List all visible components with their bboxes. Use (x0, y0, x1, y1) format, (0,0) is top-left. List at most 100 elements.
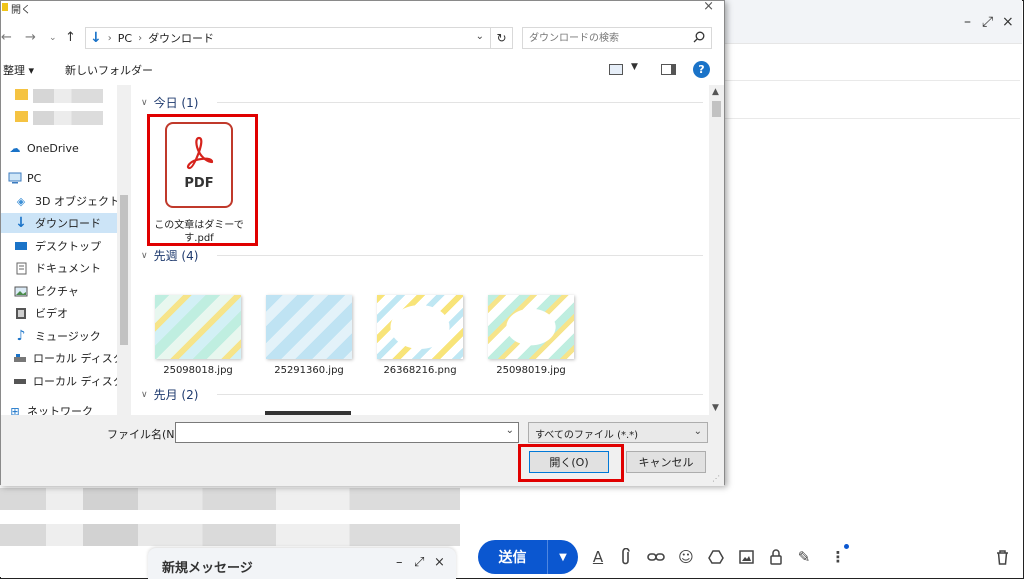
file-name: 25098018.jpg (163, 365, 233, 376)
nav-item-music[interactable]: ♪ ミュージック (1, 326, 127, 346)
chevron-down-icon[interactable]: ⌄ (506, 425, 514, 436)
nav-item-onedrive[interactable]: ☁ OneDrive (1, 138, 127, 158)
refresh-button[interactable]: ↻ (491, 27, 513, 49)
send-button[interactable]: 送信 ▼ (478, 540, 578, 574)
divider (724, 80, 1020, 81)
nav-item-network[interactable]: ⊞ ネットワーク (1, 401, 127, 416)
nav-item-local-disk-2[interactable]: ローカル ディスク (C (1, 371, 131, 391)
file-view-scrollbar[interactable]: ▲ ▼ (709, 85, 724, 415)
nav-item-downloads[interactable]: ↓ ダウンロード (1, 213, 127, 233)
search-box[interactable] (522, 27, 712, 49)
nav-item-documents[interactable]: ドキュメント (1, 258, 127, 278)
more-options-icon[interactable]: ⋮ (828, 547, 848, 567)
text-format-icon[interactable]: A (588, 547, 608, 567)
close-icon[interactable]: × (434, 555, 445, 570)
back-arrow-icon[interactable]: ← (1, 30, 12, 45)
file-item[interactable]: 26368216.png (372, 295, 468, 376)
breadcrumb-pc[interactable]: PC (118, 32, 132, 45)
compose-toolbar: 送信 ▼ A ☺ ✎ ⋮ (462, 530, 1022, 578)
view-dropdown-icon[interactable]: ▼ (631, 62, 638, 72)
expand-icon[interactable]: ⤢ (414, 555, 424, 570)
up-arrow-icon[interactable]: ↑ (65, 30, 76, 45)
preview-pane-icon[interactable] (661, 64, 676, 75)
emoji-icon[interactable]: ☺ (676, 547, 696, 567)
nav-item-pc[interactable]: PC (1, 168, 127, 188)
nav-item-3d-objects[interactable]: ◈ 3D オブジェクト (1, 191, 127, 211)
file-item[interactable]: 25098018.jpg (150, 295, 246, 376)
attach-icon[interactable] (616, 547, 636, 567)
file-item[interactable]: 25291360.jpg (261, 295, 357, 376)
filetype-value: すべてのファイル (*.*) (535, 430, 639, 441)
picture-icon (13, 284, 29, 298)
dialog-close-button[interactable]: × (703, 0, 714, 14)
close-icon[interactable]: × (1002, 14, 1014, 30)
minimize-icon[interactable]: – (396, 555, 403, 570)
drive-icon (13, 374, 27, 388)
resize-grip-icon[interactable]: ⋰ (712, 474, 720, 483)
new-folder-button[interactable]: 新しいフォルダー (65, 62, 153, 78)
new-message-minimized[interactable]: 新規メッセージ – ⤢ × (148, 548, 456, 579)
image-thumbnail (377, 295, 463, 359)
group-header-last-month[interactable]: ∨ 先月 (2) (141, 386, 198, 403)
filetype-select[interactable]: すべてのファイル (*.*) ⌄ (528, 422, 708, 443)
drive-icon (13, 351, 27, 365)
search-icon[interactable] (693, 31, 705, 46)
pc-icon (7, 171, 23, 185)
recent-chevron-icon[interactable]: ⌄ (49, 33, 57, 43)
organize-button[interactable]: 整理 ▾ (3, 62, 34, 78)
file-item[interactable]: 25098019.jpg (483, 295, 579, 376)
cancel-button[interactable]: キャンセル (626, 451, 706, 473)
nav-item-desktop[interactable]: デスクトップ (1, 236, 127, 256)
divider (217, 255, 703, 256)
dialog-titlebar: 開く × (1, 0, 724, 17)
nav-item-label: 3D オブジェクト (35, 195, 120, 208)
chevron-down-icon[interactable]: ⌄ (476, 31, 484, 42)
confidential-lock-icon[interactable] (766, 547, 786, 567)
view-mode-icon[interactable] (609, 64, 623, 75)
search-input[interactable] (529, 28, 689, 48)
nav-item-local-disk-1[interactable]: ローカル ディスク (C (1, 348, 131, 368)
blurred-row (0, 488, 460, 510)
nav-item-label: ダウンロード (35, 217, 101, 230)
highlight-box-pdf (147, 114, 258, 246)
trash-icon[interactable] (992, 547, 1012, 567)
cloud-icon: ☁ (9, 141, 21, 155)
minimize-icon[interactable]: – (964, 14, 971, 30)
nav-item-label: OneDrive (27, 141, 79, 155)
scroll-up-icon[interactable]: ▲ (712, 87, 719, 97)
drive-icon[interactable] (706, 547, 726, 567)
filename-combobox[interactable]: ⌄ (175, 422, 519, 443)
help-icon[interactable]: ? (693, 61, 710, 78)
expand-icon[interactable]: ⤢ (982, 14, 993, 30)
signature-pen-icon[interactable]: ✎ (794, 547, 814, 567)
group-label: 先月 (2) (153, 388, 199, 402)
forward-arrow-icon[interactable]: → (25, 30, 36, 45)
photo-icon[interactable] (736, 547, 756, 567)
dialog-toolbar: 整理 ▾ 新しいフォルダー ▼ ? (1, 59, 724, 81)
scroll-down-icon[interactable]: ▼ (712, 403, 719, 413)
file-name: 25291360.jpg (274, 365, 344, 376)
scrollbar-thumb[interactable] (120, 195, 128, 345)
group-label: 先週 (4) (153, 249, 199, 263)
group-header-last-week[interactable]: ∨ 先週 (4) (141, 247, 198, 264)
group-header-today[interactable]: ∨ 今日 (1) (141, 94, 198, 111)
nav-item-pictures[interactable]: ピクチャ (1, 281, 127, 301)
breadcrumb-separator: › (107, 32, 112, 44)
navigation-scrollbar[interactable] (117, 85, 131, 415)
scrollbar-thumb[interactable] (712, 101, 721, 117)
filename-input[interactable] (180, 423, 500, 442)
chevron-down-icon: ∨ (141, 97, 148, 108)
address-bar[interactable]: ↓ › PC › ダウンロード ⌄ (85, 27, 491, 49)
address-row: ← → ⌄ ↑ ↓ › PC › ダウンロード ⌄ ↻ (1, 25, 724, 51)
folder-icon (2, 3, 8, 11)
group-label: 今日 (1) (153, 96, 199, 110)
nav-item-label: ビデオ (35, 307, 68, 320)
link-icon[interactable] (646, 547, 666, 567)
nav-item-videos[interactable]: ビデオ (1, 303, 127, 323)
send-options-caret-icon[interactable]: ▼ (548, 552, 578, 563)
blurred-folder-name (33, 89, 103, 103)
breadcrumb-downloads[interactable]: ダウンロード (148, 30, 214, 46)
image-thumbnail (155, 295, 241, 359)
nav-item-label: ミュージック (35, 330, 101, 343)
divider (217, 102, 703, 103)
